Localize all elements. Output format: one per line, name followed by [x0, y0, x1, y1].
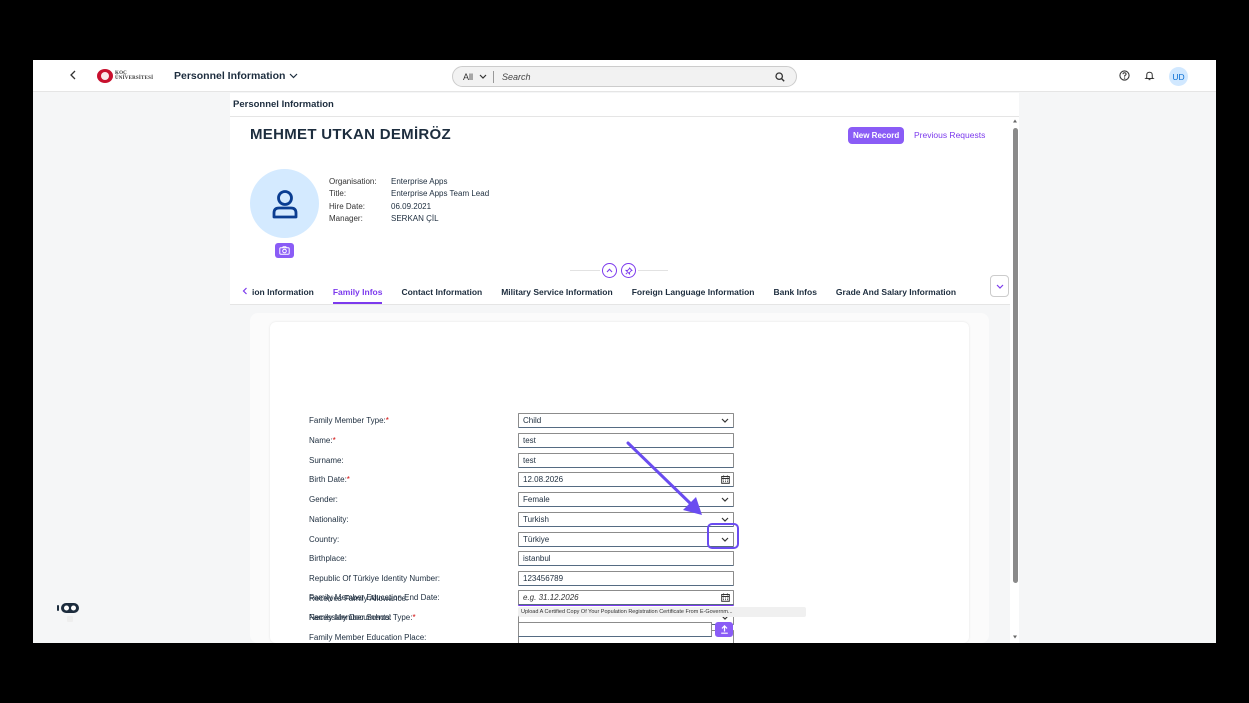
- family-member-type-label: Family Member Type:*: [309, 416, 389, 425]
- chevron-down-icon: [717, 517, 733, 522]
- upload-icon: [720, 625, 728, 634]
- upload-hint: Upload A Certified Copy Of Your Populati…: [518, 607, 806, 617]
- search-icon[interactable]: [770, 71, 790, 82]
- scroll-thumb[interactable]: [1013, 128, 1018, 583]
- organisation-label: Organisation:: [329, 177, 377, 186]
- nationality-label: Nationality:: [309, 515, 349, 524]
- tab-information[interactable]: ion Information: [252, 282, 314, 302]
- logo-mark-icon: [97, 69, 113, 83]
- collapse-header-button[interactable]: [602, 263, 617, 278]
- chat-bot-icon: [57, 603, 79, 622]
- tab-bar: ion Information Family Infos Contact Inf…: [242, 282, 1008, 304]
- identity-number-input[interactable]: 123456789: [518, 571, 734, 586]
- gender-label: Gender:: [309, 495, 338, 504]
- search-input[interactable]: [494, 71, 770, 82]
- annotation-arrow: [626, 441, 702, 515]
- divider: [230, 116, 1019, 117]
- tab-overflow-button[interactable]: [990, 275, 1009, 297]
- employee-name: MEHMET UTKAN DEMİRÖZ: [250, 126, 451, 143]
- app-screen: KOÇ ÜNİVERSİTESİ Personnel Information A…: [33, 60, 1216, 643]
- divider: [570, 270, 600, 271]
- birth-date-label: Birth Date:*: [309, 475, 350, 484]
- title-label: Title:: [329, 189, 347, 199]
- chevron-down-icon: [996, 284, 1003, 289]
- identity-number-label: Republic Of Türkiye Identity Number:: [309, 574, 441, 583]
- page-scrollbar[interactable]: [1012, 118, 1018, 640]
- chevron-down-icon: [479, 74, 487, 79]
- page-section-title: Personnel Information: [233, 99, 334, 110]
- search-scope-select[interactable]: All: [453, 70, 495, 83]
- name-label: Name:*: [309, 436, 336, 445]
- document-upload-field[interactable]: [518, 622, 712, 637]
- birthplace-label: Birthplace:: [309, 554, 347, 563]
- chevron-down-icon: [717, 418, 733, 423]
- help-icon[interactable]: [1119, 68, 1130, 86]
- tab-contact-information[interactable]: Contact Information: [401, 282, 482, 302]
- hire-date-value: 06.09.2021: [391, 201, 432, 211]
- family-member-type-select[interactable]: Child: [518, 413, 734, 428]
- upload-button[interactable]: [715, 622, 733, 637]
- new-record-button[interactable]: New Record: [848, 127, 905, 144]
- notification-bell-icon[interactable]: [1144, 68, 1155, 86]
- assistant-widget[interactable]: [56, 601, 82, 630]
- hire-date-label: Hire Date:: [329, 201, 366, 211]
- change-photo-button[interactable]: [275, 243, 294, 258]
- scroll-down-icon[interactable]: [1012, 634, 1018, 640]
- country-select[interactable]: Türkiye: [518, 532, 734, 547]
- divider: [638, 270, 668, 271]
- header-controls: [602, 263, 636, 278]
- country-label: Country:: [309, 535, 340, 544]
- annotation-highlight: [707, 523, 739, 549]
- person-icon: [272, 189, 297, 218]
- search-bar: All: [452, 66, 797, 87]
- back-button[interactable]: [69, 68, 77, 83]
- tab-grade-salary[interactable]: Grade And Salary Information: [836, 282, 956, 302]
- company-logo[interactable]: KOÇ ÜNİVERSİTESİ: [97, 69, 153, 83]
- scroll-up-icon[interactable]: [1012, 118, 1018, 124]
- education-end-date-label: Family Member Education End Date:: [309, 593, 440, 602]
- organisation-value: Enterprise Apps: [391, 177, 448, 186]
- tab-military-service[interactable]: Military Service Information: [501, 282, 612, 302]
- education-end-date-picker[interactable]: e.g. 31.12.2026: [518, 590, 734, 605]
- tab-family-infos[interactable]: Family Infos: [332, 282, 382, 304]
- chevron-down-icon: [290, 73, 298, 79]
- logo-text: KOÇ ÜNİVERSİTESİ: [115, 71, 154, 81]
- education-place-label: Family Member Education Place:: [309, 633, 427, 642]
- manager-value: SERKAN ÇİL: [391, 213, 439, 223]
- chevron-up-icon: [606, 268, 613, 273]
- manager-label: Manager:: [329, 213, 363, 223]
- app-title-menu[interactable]: Personnel Information: [174, 70, 298, 82]
- shell-actions: UD: [1119, 67, 1188, 86]
- shell-bar: KOÇ ÜNİVERSİTESİ Personnel Information A…: [33, 60, 1216, 92]
- calendar-icon[interactable]: [717, 475, 733, 484]
- pin-header-button[interactable]: [621, 263, 636, 278]
- birthplace-input[interactable]: istanbul: [518, 551, 734, 566]
- chevron-down-icon: [717, 497, 733, 502]
- profile-avatar: [250, 169, 319, 238]
- employee-info: Organisation: Enterprise Apps Title: Ent…: [329, 176, 489, 225]
- tab-scroll-left-button[interactable]: [242, 287, 248, 297]
- app-title: Personnel Information: [174, 70, 286, 82]
- calendar-icon[interactable]: [717, 593, 733, 602]
- user-avatar[interactable]: UD: [1169, 67, 1188, 86]
- title-value: Enterprise Apps Team Lead: [391, 189, 490, 199]
- camera-icon: [279, 246, 290, 255]
- previous-requests-link[interactable]: Previous Requests: [914, 130, 985, 140]
- pin-icon: [624, 266, 633, 275]
- page-container: Personnel Information MEHMET UTKAN DEMİR…: [230, 93, 1019, 643]
- tab-bank-infos[interactable]: Bank Infos: [773, 282, 816, 302]
- search-scope-value: All: [463, 71, 474, 82]
- chevron-left-icon: [242, 287, 247, 295]
- necessary-documents-label: Necessary Documents:: [309, 613, 392, 622]
- surname-label: Surname:: [309, 456, 344, 465]
- chevron-left-icon: [70, 70, 76, 80]
- tab-foreign-language[interactable]: Foreign Language Information: [632, 282, 755, 302]
